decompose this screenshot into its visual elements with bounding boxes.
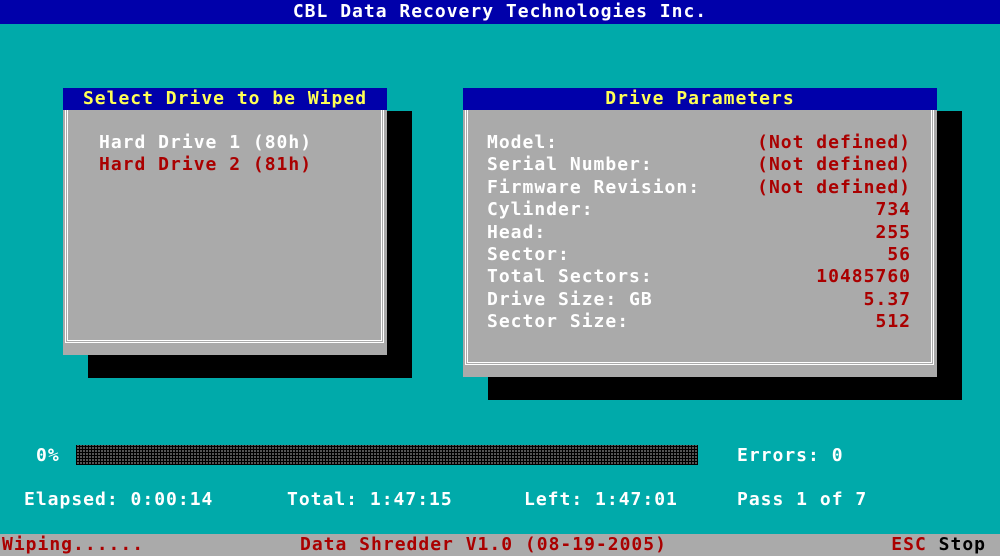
param-value: 734 [875, 199, 911, 221]
param-value: 255 [875, 221, 911, 243]
stop-label: Stop [938, 534, 986, 555]
drive-params-panel: Drive Parameters Model: (Not defined) Seri… [463, 88, 937, 377]
errors-count: Errors: 0 [737, 445, 844, 466]
wipe-status: Wiping...... [2, 534, 145, 555]
param-label: Drive Size: GB [487, 288, 653, 310]
param-value: 512 [875, 311, 911, 333]
param-label: Model: [487, 132, 559, 153]
param-value: 10485760 [816, 266, 911, 288]
param-value: 5.37 [863, 288, 911, 310]
param-label: Sector Size: [487, 311, 630, 333]
param-value: (Not defined) [757, 132, 911, 153]
status-bar: Wiping...... Data Shredder V1.0 (08-19-2… [0, 534, 1000, 556]
param-row: Head: 255 [487, 222, 911, 244]
param-row: Sector Size: 512 [487, 311, 911, 333]
drive-item[interactable]: Hard Drive 2 (81h) [99, 154, 312, 175]
param-row: Total Sectors: 10485760 [487, 266, 911, 288]
progress-bar [76, 445, 698, 465]
param-row: Serial Number: (Not defined) [487, 154, 911, 176]
total-time: Total: 1:47:15 [287, 489, 453, 510]
drive-params-header: Drive Parameters [463, 88, 937, 110]
pass-counter: Pass 1 of 7 [737, 489, 868, 510]
time-left: Left: 1:47:01 [524, 489, 678, 510]
param-value: (Not defined) [757, 154, 911, 176]
version-label: Data Shredder V1.0 (08-19-2005) [300, 534, 667, 555]
param-row: Firmware Revision: (Not defined) [487, 177, 911, 199]
drive-select-header: Select Drive to be Wiped [63, 88, 387, 110]
app-title: CBL Data Recovery Technologies Inc. [0, 0, 1000, 24]
param-row: Drive Size: GB 5.37 [487, 289, 911, 311]
param-value: 56 [887, 244, 911, 265]
param-label: Firmware Revision: [487, 176, 701, 198]
esc-key-label: ESC [891, 534, 927, 555]
esc-stop-button[interactable]: ESC Stop [891, 534, 986, 556]
param-row: Model: (Not defined) [487, 132, 911, 154]
param-row: Sector: 56 [487, 244, 911, 266]
param-label: Sector: [487, 244, 570, 265]
param-row: Cylinder: 734 [487, 199, 911, 221]
elapsed-time: Elapsed: 0:00:14 [24, 489, 214, 510]
drive-item[interactable]: Hard Drive 1 (80h) [99, 132, 312, 153]
param-label: Head: [487, 221, 547, 243]
param-label: Serial Number: [487, 154, 653, 176]
param-label: Total Sectors: [487, 266, 653, 288]
param-label: Cylinder: [487, 199, 594, 221]
drive-select-panel: Select Drive to be Wiped Hard Drive 1 (8… [63, 88, 387, 355]
param-value: (Not defined) [757, 176, 911, 198]
progress-percent: 0% [36, 445, 60, 466]
